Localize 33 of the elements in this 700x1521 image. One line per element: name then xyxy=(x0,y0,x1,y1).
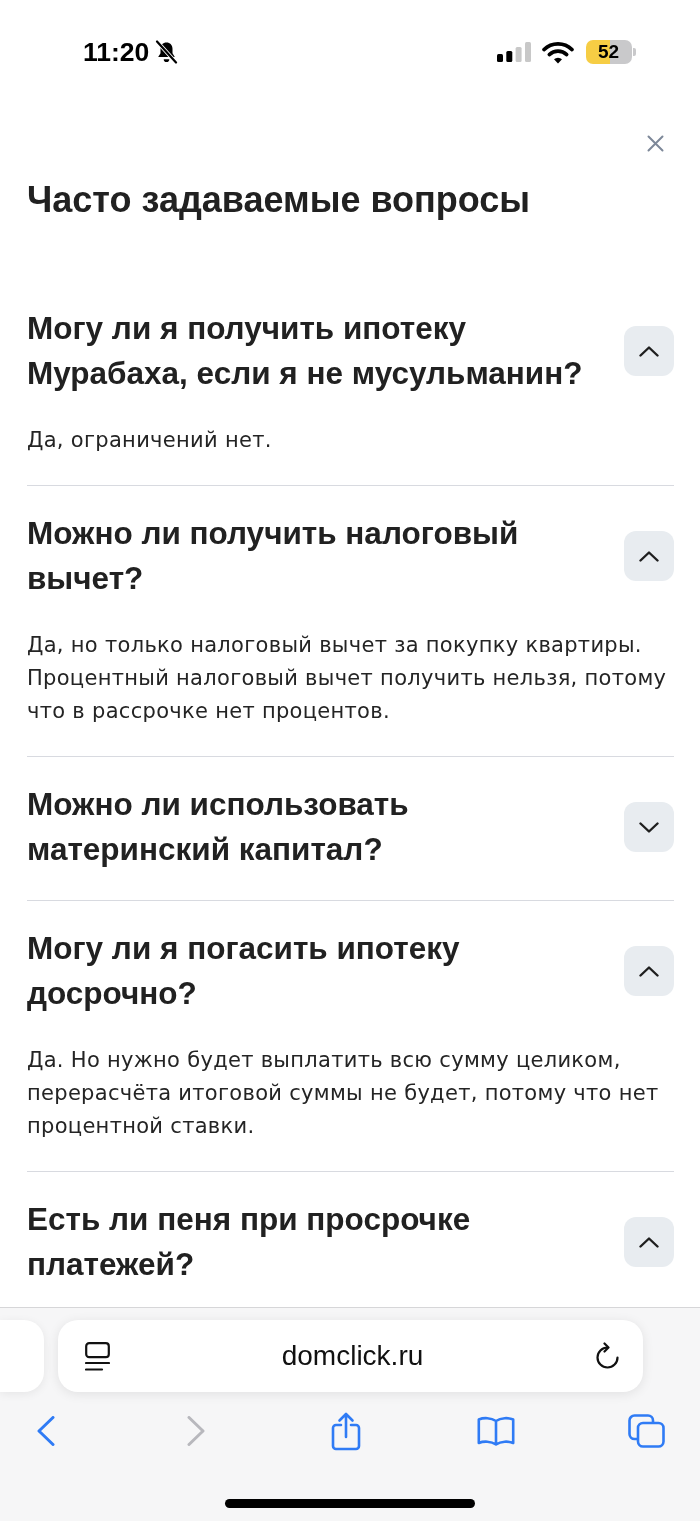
share-icon[interactable] xyxy=(331,1411,361,1451)
wifi-icon xyxy=(541,40,574,64)
expand-toggle[interactable] xyxy=(624,946,674,996)
close-icon[interactable] xyxy=(647,135,664,152)
back-chevron-icon[interactable] xyxy=(37,1416,55,1446)
page-lines-icon[interactable] xyxy=(85,1341,110,1371)
sheet-title: Часто задаваемые вопросы xyxy=(27,180,532,220)
question-text[interactable]: Есть ли пеня при просрочке платежей? xyxy=(27,1197,589,1287)
question-text[interactable]: Могу ли я погасить ипотеку досрочно? xyxy=(27,926,589,1016)
answer-text: Да, ограничений нет. xyxy=(27,427,273,454)
expand-toggle[interactable] xyxy=(624,802,674,852)
url-text[interactable]: domclick.ru xyxy=(281,1339,424,1373)
chevron-up-icon xyxy=(639,1236,659,1248)
answer-text: Да, но только налоговый вычет за покупку квартиры. Процентный налоговый вычет получить нельзя, потому что в рассрочке нет процентов. xyxy=(27,632,668,725)
question-text[interactable]: Могу ли я получить ипотеку Мурабаха, если я не мусульманин? xyxy=(27,306,589,396)
reload-icon[interactable] xyxy=(595,1342,620,1370)
signal-icon xyxy=(496,42,531,62)
chevron-up-icon xyxy=(639,965,659,977)
expand-toggle[interactable] xyxy=(624,1217,674,1267)
expand-toggle[interactable] xyxy=(624,326,674,376)
answer-text: Да. Но нужно будет выплатить всю сумму целиком, перерасчёта итоговой суммы не будет, потому что нет процентной ставки. xyxy=(27,1047,660,1140)
question-text[interactable]: Можно ли использовать материнский капитал? xyxy=(27,782,589,872)
chevron-up-icon xyxy=(639,345,659,357)
chevron-down-icon xyxy=(639,821,659,833)
address-bar[interactable]: domclick.ru xyxy=(58,1320,643,1392)
bell-slash-icon xyxy=(155,40,179,64)
open-book-icon[interactable] xyxy=(477,1416,515,1446)
chevron-up-icon xyxy=(639,550,659,562)
expand-toggle[interactable] xyxy=(624,531,674,581)
question-text[interactable]: Можно ли получить налоговый вычет? xyxy=(27,511,589,601)
battery-indicator: 52 xyxy=(585,40,636,64)
status-time: 11:20 xyxy=(83,36,150,68)
overlapping-squares-icon[interactable] xyxy=(627,1414,665,1448)
